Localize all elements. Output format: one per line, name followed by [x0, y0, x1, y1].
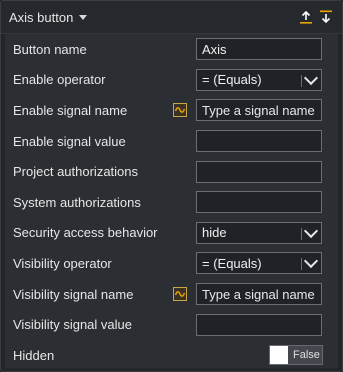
toggle-knob: [270, 346, 288, 365]
enable-signal-name-label: Enable signal name: [13, 102, 128, 118]
security-access-behavior-value: hide: [202, 225, 227, 241]
row-visibility-signal-name: Visibility signal name Type a signal nam…: [5, 279, 338, 310]
panel-header: Axis button: [1, 1, 342, 34]
panel-title: Axis button: [9, 9, 74, 25]
chevron-down-icon: [303, 223, 319, 238]
row-enable-signal-value: Enable signal value: [5, 126, 338, 157]
hidden-toggle[interactable]: False: [269, 345, 323, 366]
hidden-toggle-label: False: [293, 349, 320, 362]
row-system-authorizations: System authorizations: [5, 187, 338, 218]
project-authorizations-label: Project authorizations: [13, 164, 139, 180]
row-enable-signal-name: Enable signal name Type a signal name: [5, 95, 338, 126]
project-authorizations-input[interactable]: [196, 160, 322, 183]
properties-list: Button name Axis Enable operator = (Equa…: [5, 34, 338, 368]
visibility-signal-name-label: Visibility signal name: [13, 286, 134, 302]
visibility-signal-value-label: Visibility signal value: [13, 317, 132, 333]
visibility-signal-name-input[interactable]: Type a signal name: [196, 283, 322, 306]
enable-operator-value: = (Equals): [202, 72, 262, 88]
signal-icon[interactable]: [173, 103, 187, 118]
select-divider: [301, 227, 302, 240]
row-security-access-behavior: Security access behavior hide: [5, 218, 338, 249]
security-access-behavior-select[interactable]: hide: [196, 221, 322, 244]
row-button-name: Button name Axis: [5, 34, 338, 65]
enable-operator-select[interactable]: = (Equals): [196, 68, 322, 91]
enable-signal-value-input[interactable]: [196, 130, 322, 153]
chevron-down-icon: [303, 254, 319, 269]
row-enable-operator: Enable operator = (Equals): [5, 65, 338, 96]
button-name-label: Button name: [13, 41, 87, 57]
caret-down-icon[interactable]: [79, 14, 88, 20]
upload-icon[interactable]: [298, 9, 314, 25]
select-divider: [301, 258, 302, 271]
properties-panel: Axis button Button name Axis Enable oper…: [0, 0, 343, 372]
enable-signal-value-label: Enable signal value: [13, 133, 126, 149]
enable-operator-label: Enable operator: [13, 72, 106, 88]
signal-icon[interactable]: [173, 287, 187, 302]
row-visibility-operator: Visibility operator = (Equals): [5, 248, 338, 279]
visibility-operator-select[interactable]: = (Equals): [196, 252, 322, 275]
visibility-signal-value-input[interactable]: [196, 313, 322, 336]
enable-signal-name-input[interactable]: Type a signal name: [196, 99, 322, 122]
system-authorizations-label: System authorizations: [13, 194, 141, 210]
button-name-input[interactable]: Axis: [196, 38, 322, 61]
header-tools: [298, 9, 334, 25]
row-hidden: Hidden False: [5, 340, 338, 371]
hidden-label: Hidden: [13, 347, 55, 363]
chevron-down-icon: [303, 70, 319, 85]
security-access-behavior-label: Security access behavior: [13, 225, 158, 241]
visibility-operator-value: = (Equals): [202, 255, 262, 271]
system-authorizations-input[interactable]: [196, 191, 322, 214]
download-icon[interactable]: [318, 9, 334, 25]
row-project-authorizations: Project authorizations: [5, 156, 338, 187]
select-divider: [301, 74, 302, 87]
row-visibility-signal-value: Visibility signal value: [5, 309, 338, 340]
visibility-operator-label: Visibility operator: [13, 255, 112, 271]
